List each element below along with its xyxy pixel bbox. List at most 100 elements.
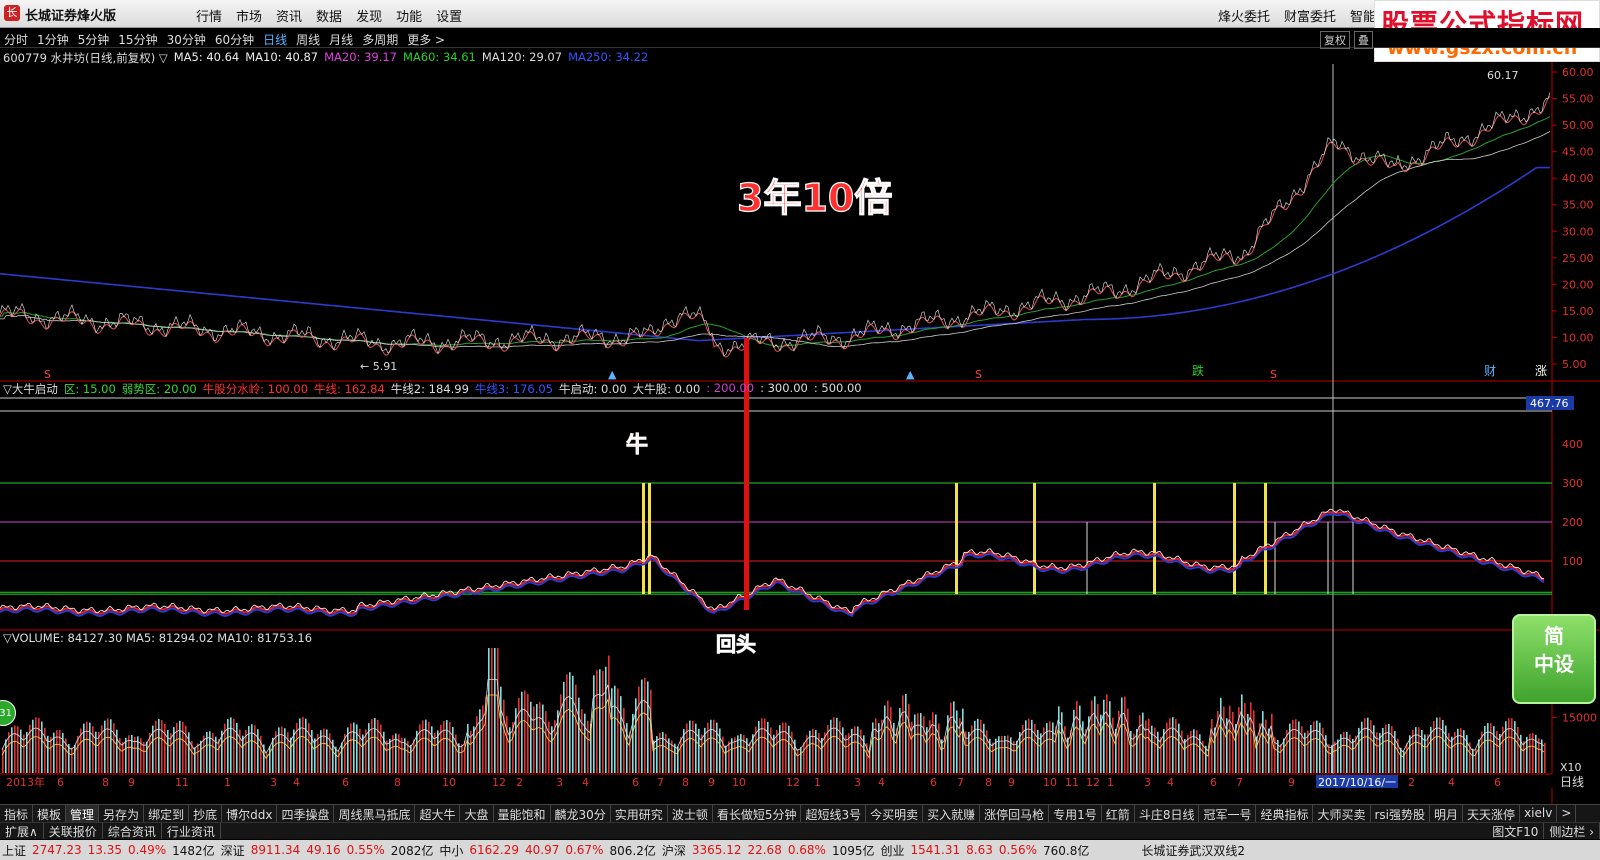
tab-8[interactable]: 周线黑马抵底 <box>334 805 416 822</box>
volume-bar <box>1445 725 1447 773</box>
subtab-0[interactable]: 扩展∧ <box>0 823 44 839</box>
tab-6[interactable]: 博尔ddx <box>222 805 278 822</box>
tab-18[interactable]: 买入就赚 <box>923 805 981 822</box>
tab-7[interactable]: 四季操盘 <box>277 805 335 822</box>
menu-item-5[interactable]: 功能 <box>396 6 422 25</box>
volume-bar <box>1241 694 1243 773</box>
tab-9[interactable]: 超大牛 <box>415 805 461 822</box>
period-tab-3[interactable]: 15分钟 <box>118 31 157 48</box>
volume-bar <box>227 719 229 773</box>
volume-bar <box>1028 718 1030 773</box>
period-tab-1[interactable]: 1分钟 <box>37 31 69 48</box>
volume-bar <box>335 746 337 773</box>
tab-2[interactable]: 管理 <box>66 805 100 822</box>
tab-28[interactable]: 天天涨停 <box>1463 805 1521 822</box>
period-tab-6[interactable]: 日线 <box>263 31 287 48</box>
tab-17[interactable]: 今买明卖 <box>866 805 924 822</box>
subtab-right-1[interactable]: 侧边栏 › <box>1544 823 1600 839</box>
period-tab-2[interactable]: 5分钟 <box>78 31 110 48</box>
tab-11[interactable]: 量能饱和 <box>494 805 551 822</box>
period-tab-0[interactable]: 分时 <box>4 31 28 48</box>
menu-item-2[interactable]: 资讯 <box>276 6 302 25</box>
tab-29[interactable]: xielv <box>1520 805 1558 822</box>
tab-19[interactable]: 涨停回马枪 <box>980 805 1050 822</box>
subtab-1[interactable]: 关联报价 <box>44 823 103 839</box>
volume-bar <box>890 707 892 773</box>
menu-item-1[interactable]: 市场 <box>236 6 262 25</box>
indicator-name[interactable]: ▽大牛启动 <box>3 381 58 397</box>
menu-item-3[interactable]: 数据 <box>316 6 342 25</box>
index-name-3[interactable]: 沪深 <box>662 842 686 859</box>
tab-12[interactable]: 麟龙30分 <box>551 805 611 822</box>
volume-bar <box>1082 721 1084 773</box>
volume-bar <box>680 737 682 773</box>
volume-bar <box>1160 736 1162 773</box>
tab-5[interactable]: 抄底 <box>189 805 223 822</box>
tab-25[interactable]: 大师买卖 <box>1313 805 1371 822</box>
tab-20[interactable]: 专用1号 <box>1049 805 1102 822</box>
chart-canvas[interactable]: 60.0055.0050.0045.0040.0035.0030.0025.00… <box>0 48 1600 804</box>
tab-16[interactable]: 超短线3号 <box>801 805 867 822</box>
volume-bar <box>527 694 529 773</box>
tab-30[interactable]: > <box>1557 805 1577 822</box>
right-menu-item-0[interactable]: 烽火委托 <box>1218 6 1270 25</box>
menu-item-6[interactable]: 设置 <box>436 6 462 25</box>
tab-15[interactable]: 看长做短5分钟 <box>713 805 802 822</box>
tab-22[interactable]: 斗庄8日线 <box>1135 805 1200 822</box>
volume-bar <box>1322 727 1324 773</box>
tab-4[interactable]: 绑定到 <box>144 805 190 822</box>
volume-bar <box>1442 720 1444 773</box>
volume-bar <box>788 725 790 773</box>
period-tab-8[interactable]: 月线 <box>329 31 353 48</box>
index-name-0[interactable]: 上证 <box>2 842 26 859</box>
indicator-param-2: 牛股分水岭: 100.00 <box>202 382 309 396</box>
period-tab-4[interactable]: 30分钟 <box>167 31 206 48</box>
right-menu-item-1[interactable]: 财富委托 <box>1284 6 1336 25</box>
volume-bar <box>302 717 304 773</box>
volume-bar <box>1334 741 1336 773</box>
tab-10[interactable]: 大盘 <box>460 805 494 822</box>
indicator-info-line: ▽大牛启动 区: 15.00 弱势区: 20.00 牛股分水岭: 100.00 牛线:… <box>3 381 862 397</box>
index-name-2[interactable]: 中小 <box>439 842 463 859</box>
volume-bar <box>449 722 451 773</box>
period-right-button-1[interactable]: 叠 <box>1354 31 1373 49</box>
tab-13[interactable]: 实用研究 <box>611 805 668 822</box>
volume-bar <box>257 729 259 773</box>
volume-bar <box>710 719 712 773</box>
tab-26[interactable]: rsi强势股 <box>1371 805 1431 822</box>
volume-bar <box>1487 723 1489 773</box>
subtab-right-0[interactable]: 图文F10 <box>1487 823 1545 839</box>
tab-14[interactable]: 波士顿 <box>668 805 713 822</box>
indicator-param-0: 区: 15.00 <box>63 382 116 396</box>
volume-bar <box>1106 694 1108 773</box>
volume-bar <box>5 739 7 773</box>
volume-bar <box>1505 721 1507 773</box>
subtab-2[interactable]: 综合资讯 <box>103 823 162 839</box>
menu-item-4[interactable]: 发现 <box>356 6 382 25</box>
index-name-1[interactable]: 深证 <box>221 842 245 859</box>
tab-1[interactable]: 模板 <box>33 805 67 822</box>
tab-21[interactable]: 红箭 <box>1102 805 1135 822</box>
easy-mode-button[interactable]: 简 中设 <box>1512 614 1596 704</box>
period-toolbar: 分时 1分钟 5分钟 15分钟 30分钟 60分钟 日线 周线 月线 多周期 更多 > 复权叠 <box>0 28 1600 49</box>
subtab-3[interactable]: 行业资讯 <box>162 823 221 839</box>
period-tab-5[interactable]: 60分钟 <box>215 31 254 48</box>
period-tab-9[interactable]: 多周期 <box>362 31 398 48</box>
volume-bar <box>695 723 697 773</box>
tab-0[interactable]: 指标 <box>0 805 34 822</box>
index-name-4[interactable]: 创业 <box>881 842 905 859</box>
tab-23[interactable]: 冠军一号 <box>1199 805 1257 822</box>
period-tab-7[interactable]: 周线 <box>296 31 320 48</box>
period-right-button-0[interactable]: 复权 <box>1320 31 1350 49</box>
tab-3[interactable]: 另存为 <box>99 805 145 822</box>
volume-bar <box>539 702 541 773</box>
tab-27[interactable]: 明月 <box>1430 805 1464 822</box>
period-tab-10[interactable]: 更多 > <box>407 31 445 48</box>
tab-24[interactable]: 经典指标 <box>1256 805 1314 822</box>
volume-bar <box>626 723 628 773</box>
indicator-tick-2: 200 <box>1562 516 1583 529</box>
volume-bar <box>482 705 484 773</box>
volume-bar <box>1508 718 1510 773</box>
volume-bar <box>194 747 196 773</box>
menu-item-0[interactable]: 行情 <box>196 6 222 25</box>
